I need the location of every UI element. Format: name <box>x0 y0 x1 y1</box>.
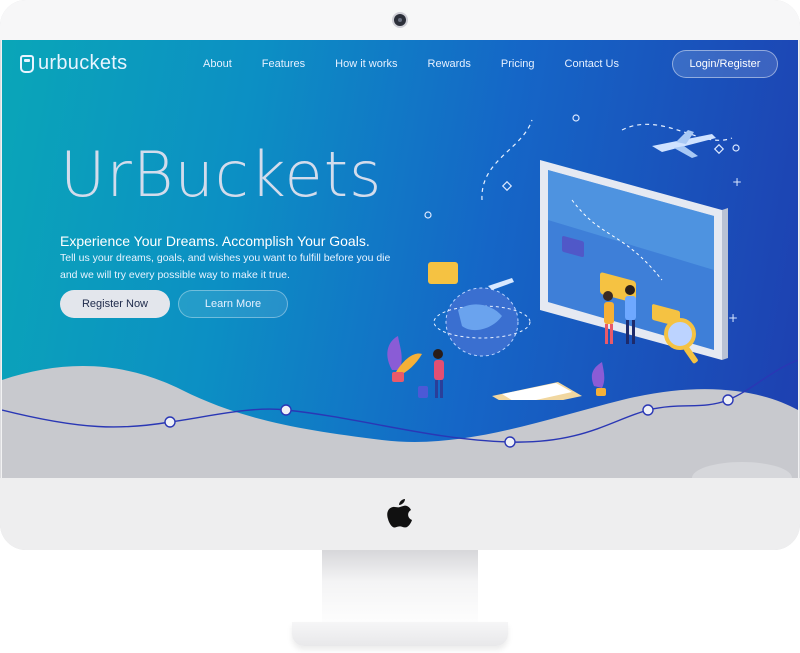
monitor-stand <box>322 550 478 630</box>
login-register-button[interactable]: Login/Register <box>672 50 778 78</box>
wave-node <box>280 404 292 416</box>
wave-node <box>722 394 734 406</box>
wave-shape <box>2 366 798 478</box>
main-nav: About Features How it works Rewards Pric… <box>188 58 634 70</box>
nav-features[interactable]: Features <box>247 58 320 70</box>
flight-path <box>481 119 533 201</box>
imac-monitor-frame: urbuckets About Features How it works Re… <box>0 0 800 550</box>
globe-icon <box>433 278 531 357</box>
decor-dot <box>572 114 580 122</box>
decor-plus: + <box>732 175 742 189</box>
wave-decoration <box>2 359 798 478</box>
hero-description: Tell us your dreams, goals, and wishes y… <box>60 252 391 281</box>
decor-dot <box>732 144 740 152</box>
nav-contact-us[interactable]: Contact Us <box>550 58 634 70</box>
wave-node <box>642 404 654 416</box>
register-now-button[interactable]: Register Now <box>60 290 170 318</box>
nav-pricing[interactable]: Pricing <box>486 58 550 70</box>
learn-more-button[interactable]: Learn More <box>178 290 288 318</box>
brand-logo[interactable]: urbuckets <box>20 52 127 75</box>
wave-node <box>504 436 516 448</box>
webcam-icon <box>394 14 406 26</box>
chat-bubble-icon <box>428 262 458 284</box>
nav-about[interactable]: About <box>188 58 247 70</box>
monitor-base <box>292 622 508 646</box>
decor-plus: + <box>728 311 738 325</box>
decor-dot <box>424 211 432 219</box>
hero-tagline: Experience Your Dreams. Accomplish Your … <box>60 233 370 249</box>
decor-diamond <box>501 180 513 192</box>
nav-how-it-works[interactable]: How it works <box>320 58 412 70</box>
airplane-icon <box>652 130 716 158</box>
bucket-icon <box>20 54 34 73</box>
brand-name: urbuckets <box>38 52 128 74</box>
wave-node <box>164 416 176 428</box>
decor-diamond <box>713 143 725 155</box>
nav-rewards[interactable]: Rewards <box>413 58 486 70</box>
website-screen: urbuckets About Features How it works Re… <box>2 40 798 478</box>
apple-logo-icon <box>387 499 412 528</box>
hero-title: UrBuckets <box>60 138 383 211</box>
